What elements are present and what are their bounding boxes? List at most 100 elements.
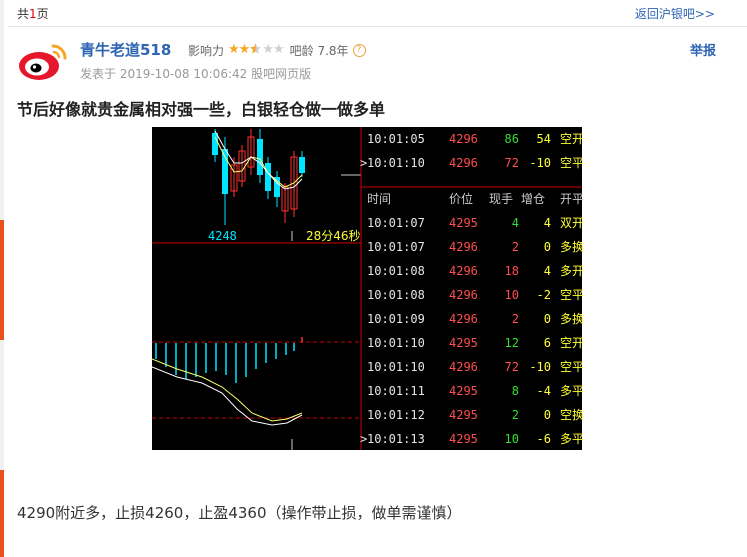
trade-price: 4296 [449,132,478,146]
header-time: 时间 [367,192,392,206]
trade-price: 4295 [449,336,478,350]
trade-row: 10:01:10 4295 12 6 空开 [361,331,584,355]
trade-volume: 8 [511,384,519,398]
trade-open-interest: 0 [543,240,551,254]
trade-price: 4296 [449,156,478,170]
report-link[interactable]: 举报 [690,40,716,59]
trade-open-close: 多平 [560,432,585,446]
trade-time: 10:01:10 [367,156,425,170]
trade-row: >10:01:10 4296 72 -10 空平 [360,151,585,175]
trade-row: 10:01:05 4296 86 54 空开 [361,127,585,151]
left-edge-accent [0,220,4,340]
trade-price: 4296 [449,240,478,254]
trade-time: 10:01:07 [367,216,425,230]
trade-ticker-panel: 10:01:05 4296 86 54 空开 >10:01:10 4296 72 -10 空平 时… [360,127,585,450]
trade-row: 10:01:08 4296 18 4 多开 [361,259,585,283]
trade-time: 10:01:10 [367,336,425,350]
trade-open-interest: -10 [529,360,551,374]
trade-open-interest: 4 [543,264,551,278]
header-volume: 现手 [489,192,514,206]
trade-open-interest: 54 [536,132,551,146]
candlesticks [212,129,305,225]
trade-open-interest: -4 [536,384,551,398]
trade-open-close: 空开 [560,132,585,146]
trade-price: 4296 [449,288,478,302]
post-title: 节后好像就贵金属相对强一些，白银轻仓做一做多单 [17,100,386,119]
trade-open-interest: 0 [543,408,551,422]
trade-row: 10:01:07 4295 4 4 双开 [361,211,585,235]
trade-time: 10:01:08 [367,264,425,278]
author-name-link[interactable]: 青牛老道518 [80,39,171,60]
trade-open-interest: 6 [543,336,551,350]
macd-dea-line [152,358,303,422]
trade-price: 4295 [449,408,478,422]
bar-age: 吧龄 7.8年 [289,44,349,58]
trade-time: 10:01:07 [367,240,425,254]
trade-open-close: 多换 [560,240,585,254]
trade-open-close: 空平 [560,288,585,302]
trade-time: 10:01:09 [367,312,425,326]
trade-open-close: 空换 [560,408,585,422]
star-full-icon: ★ [238,42,251,57]
weibo-avatar-icon[interactable] [17,38,69,82]
header-open-close: 开平 [560,192,585,206]
trade-volume: 10 [504,288,519,302]
low-price-label: 4248 [208,229,237,243]
trade-price: 4296 [449,360,478,374]
author-meta: 影响力 ★ ★ ★ ★ 吧龄 7.8年 ? [188,42,366,59]
trade-volume: 2 [511,240,519,254]
trade-open-interest: 4 [543,216,551,230]
trade-price: 4296 [449,312,478,326]
trade-open-interest: -6 [536,432,551,446]
trade-open-close: 多平 [560,384,585,398]
left-edge-accent [0,470,4,557]
trading-chart-image: 4248 28分46秒 10:01:05 4296 86 54 空开 > 10:… [152,127,585,450]
trade-time: 10:01:11 [367,384,425,398]
bar-countdown: 28分46秒 [306,229,361,243]
trade-row: 10:01:11 4295 8 -4 多平 [361,379,585,403]
left-edge-bar [0,0,4,557]
help-icon[interactable]: ? [352,44,366,57]
trade-volume: 72 [504,156,519,170]
trade-price: 4295 [449,216,478,230]
trade-open-interest: -10 [529,156,551,170]
header-price: 价位 [449,192,474,206]
trade-volume: 86 [504,132,519,146]
post-body: 4290附近多，止损4260，止盈4360（操作带止损，做单需谨慎） [17,504,462,522]
trade-open-close: 空平 [560,156,585,170]
trade-open-interest: -2 [536,288,551,302]
header-open-interest: 增仓 [521,192,546,206]
trade-open-close: 多开 [560,264,585,278]
trade-open-close: 多换 [560,312,585,326]
trade-volume: 12 [504,336,519,350]
trade-time: 10:01:08 [367,288,425,302]
trade-open-close: 空平 [560,360,585,374]
trade-volume: 4 [511,216,519,230]
star-half-icon [249,42,262,59]
page-count-suffix: 页 [36,7,49,21]
star-full-icon: ★ [228,42,240,57]
trade-volume: 10 [504,432,519,446]
trade-row: 10:01:09 4296 2 0 多换 [361,307,585,331]
macd-dif-line [152,366,303,426]
trade-price: 4296 [449,264,478,278]
trade-open-interest: 0 [543,312,551,326]
star-empty-icon: ★ [272,42,285,57]
trade-volume: 2 [511,312,519,326]
macd-histogram [155,337,303,383]
back-to-forum-link[interactable]: 返回沪银吧>> [635,5,715,22]
trade-open-close: 双开 [560,216,585,230]
influence-label: 影响力 [188,44,225,58]
trade-time: 10:01:10 [367,360,425,374]
trade-price: 4295 [449,384,478,398]
trade-header-row: 时间 价位 现手 增仓 开平 [361,187,585,211]
page-count-number: 1 [29,7,37,21]
page-count-prefix: 共 [17,7,30,21]
trade-time: 10:01:13 [367,432,425,446]
trade-price: 4295 [449,432,478,446]
trade-volume: 18 [504,264,519,278]
post-time: 发表于 2019-10-08 10:06:42 股吧网页版 [80,67,312,81]
trade-row: 10:01:10 4296 72 -10 空平 [361,355,585,379]
page-count: 共1页 [17,5,49,22]
trade-volume: 2 [511,408,519,422]
